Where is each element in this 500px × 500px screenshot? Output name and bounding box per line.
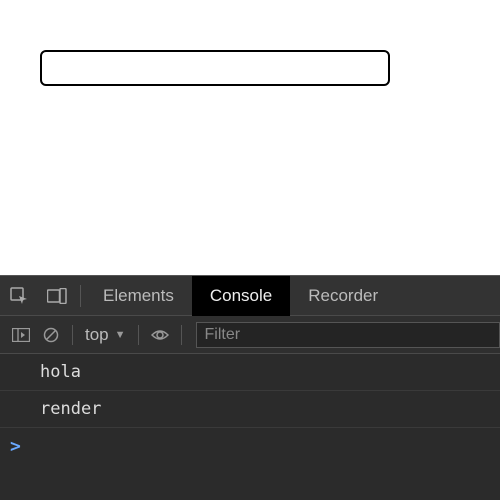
divider [138, 325, 139, 345]
context-label: top [85, 325, 109, 345]
console-output: hola render > [0, 354, 500, 465]
live-expression-icon[interactable] [145, 316, 175, 354]
page-content [0, 0, 500, 275]
divider [72, 325, 73, 345]
divider [80, 285, 81, 307]
filter-input[interactable] [196, 322, 500, 348]
tab-console[interactable]: Console [192, 276, 290, 316]
chevron-down-icon: ▼ [115, 329, 126, 341]
console-prompt[interactable]: > [0, 428, 500, 465]
tab-recorder[interactable]: Recorder [290, 276, 396, 316]
device-toolbar-icon[interactable] [38, 276, 76, 316]
clear-console-icon[interactable] [36, 316, 66, 354]
console-toolbar: top ▼ [0, 316, 500, 354]
devtools-panel: Elements Console Recorder top ▼ [0, 275, 500, 500]
console-log-row[interactable]: hola [0, 354, 500, 391]
divider [181, 325, 182, 345]
inspect-element-icon[interactable] [0, 276, 38, 316]
console-log-row[interactable]: render [0, 391, 500, 428]
tab-elements[interactable]: Elements [85, 276, 192, 316]
devtools-tabbar: Elements Console Recorder [0, 276, 500, 316]
toggle-sidebar-icon[interactable] [6, 316, 36, 354]
context-selector[interactable]: top ▼ [79, 325, 132, 345]
text-input[interactable] [40, 50, 390, 86]
